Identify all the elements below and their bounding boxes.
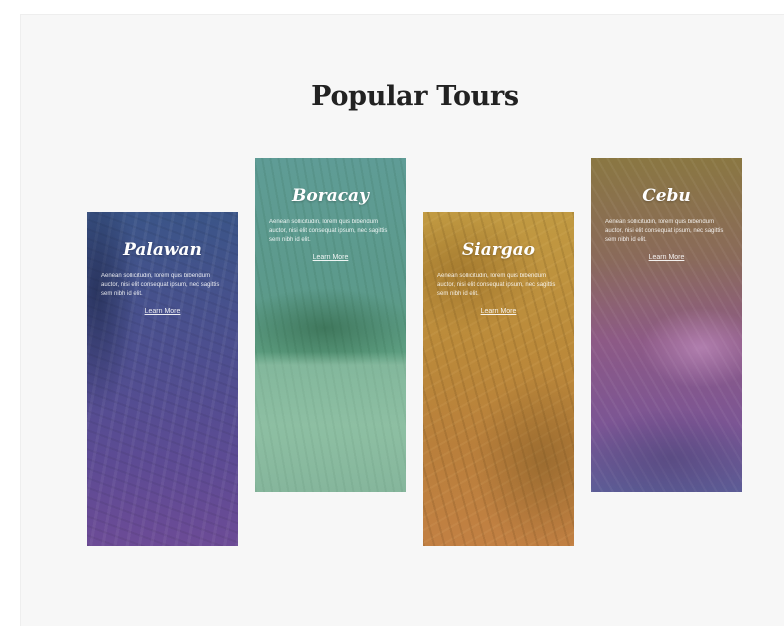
tour-card-title: Siargao <box>462 240 535 260</box>
learn-more-link[interactable]: Learn More <box>437 308 560 315</box>
tour-card-title: Palawan <box>123 240 202 260</box>
tour-card-description: Aenean sollicitudin, lorem quis bibendum… <box>605 219 724 243</box>
tour-card-palawan[interactable]: Palawan Aenean sollicitudin, lorem quis … <box>87 212 238 546</box>
learn-more-link[interactable]: Learn More <box>101 308 224 315</box>
tour-card-description: Aenean sollicitudin, lorem quis bibendum… <box>269 219 388 243</box>
tour-card-boracay[interactable]: Boracay Aenean sollicitudin, lorem quis … <box>255 158 406 492</box>
tour-card-title: Boracay <box>292 186 369 206</box>
learn-more-link[interactable]: Learn More <box>269 254 392 261</box>
tour-card-description: Aenean sollicitudin, lorem quis bibendum… <box>101 273 220 297</box>
tour-card-cebu[interactable]: Cebu Aenean sollicitudin, lorem quis bib… <box>591 158 742 492</box>
popular-tours-section: Popular Tours Palawan Aenean sollicitudi… <box>20 14 784 626</box>
tour-card-siargao[interactable]: Siargao Aenean sollicitudin, lorem quis … <box>423 212 574 546</box>
learn-more-link[interactable]: Learn More <box>605 254 728 261</box>
tour-card-description: Aenean sollicitudin, lorem quis bibendum… <box>437 273 556 297</box>
tour-card-title: Cebu <box>642 186 691 206</box>
section-title: Popular Tours <box>311 81 519 112</box>
